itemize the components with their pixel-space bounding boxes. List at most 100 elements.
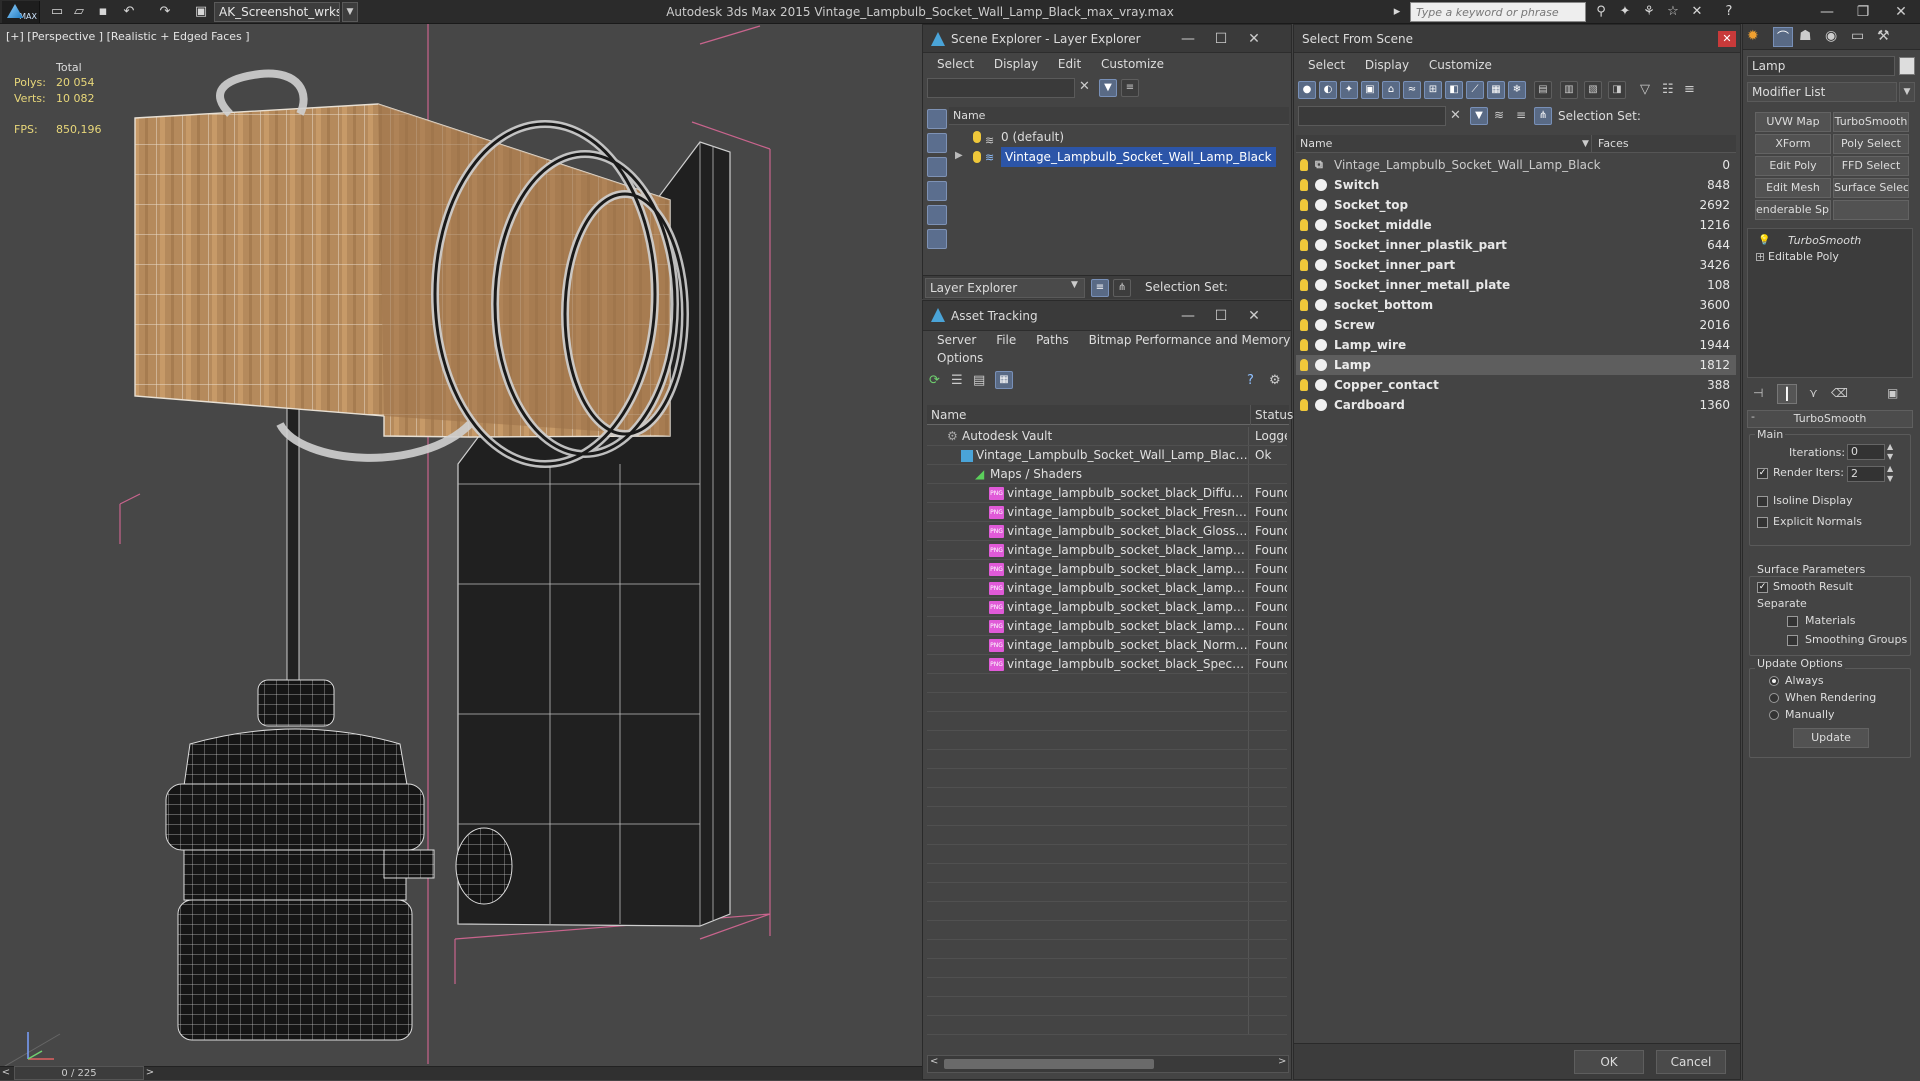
bulb-icon[interactable] bbox=[1300, 359, 1308, 371]
manually-radio[interactable] bbox=[1769, 710, 1779, 720]
scene-object-row[interactable]: ⧉ Vintage_Lampbulb_Socket_Wall_Lamp_Black… bbox=[1296, 155, 1736, 175]
settings-icon[interactable]: ⚙ bbox=[1269, 373, 1281, 388]
column-header-name[interactable]: Name bbox=[931, 405, 1251, 425]
always-radio[interactable] bbox=[1769, 676, 1779, 686]
viewport-label[interactable]: [+] [Perspective ] [Realistic + Edged Fa… bbox=[6, 30, 250, 43]
star-icon[interactable]: ☆ bbox=[1664, 3, 1682, 21]
display-geometry-icon[interactable] bbox=[927, 133, 947, 153]
asset-row[interactable]: PNG vintage_lampbulb_socket_black_lamp_No… bbox=[927, 598, 1287, 617]
layers-icon[interactable]: ≡ bbox=[1091, 279, 1109, 297]
layer-stack-icon[interactable]: ≋ bbox=[1494, 108, 1504, 122]
display-shapes-icon[interactable]: ◐ bbox=[1319, 81, 1337, 99]
search-arrow-icon[interactable]: ▸ bbox=[1390, 3, 1404, 21]
bulb-icon[interactable] bbox=[973, 131, 981, 143]
refresh-icon[interactable]: ⟳ bbox=[929, 373, 940, 388]
lightbulb-icon[interactable]: 💡 bbox=[1758, 235, 1770, 246]
motion-tab-icon[interactable]: ◉ bbox=[1825, 28, 1837, 44]
search-input[interactable]: Type a keyword or phrase bbox=[1410, 2, 1586, 22]
asset-row[interactable]: ◢ Maps / Shaders bbox=[927, 465, 1287, 484]
render-iters-spinner[interactable]: 2 bbox=[1847, 466, 1885, 482]
asset-row[interactable]: PNG vintage_lampbulb_socket_black_lamp_Fr… bbox=[927, 560, 1287, 579]
expand-arrow-icon[interactable]: ▶ bbox=[955, 150, 963, 161]
display-helpers-icon[interactable] bbox=[927, 205, 947, 225]
next-frame-icon[interactable]: > bbox=[144, 1066, 156, 1080]
time-slider[interactable]: 0 / 225 bbox=[14, 1066, 144, 1080]
bulb-icon[interactable] bbox=[973, 151, 981, 163]
edit-poly-button[interactable]: Edit Poly bbox=[1755, 156, 1831, 176]
display-bones-icon[interactable]: ⟋ bbox=[1466, 81, 1484, 99]
collapse-icon[interactable]: ≡ bbox=[1684, 82, 1695, 97]
cancel-button[interactable]: Cancel bbox=[1656, 1050, 1726, 1074]
binoculars-icon[interactable]: ⚲ bbox=[1592, 3, 1610, 21]
display-xrefs-icon[interactable]: ◧ bbox=[1445, 81, 1463, 99]
turbosmooth-button[interactable]: TurboSmooth bbox=[1833, 112, 1909, 132]
menu-file[interactable]: File bbox=[996, 333, 1016, 347]
bulb-icon[interactable] bbox=[1300, 179, 1308, 191]
column-header-status[interactable]: Status bbox=[1255, 405, 1293, 425]
hierarchy-toggle-icon[interactable]: ⋔ bbox=[1534, 107, 1552, 125]
app-logo[interactable]: MAX bbox=[2, 1, 40, 23]
make-unique-icon[interactable]: ⋎ bbox=[1809, 386, 1818, 400]
scroll-right-icon[interactable]: > bbox=[1278, 1056, 1286, 1067]
hierarchy-tab-icon[interactable]: ☗ bbox=[1799, 28, 1812, 44]
layer-row-default[interactable]: ≋ 0 (default) bbox=[949, 127, 1289, 147]
ok-button[interactable]: OK bbox=[1574, 1050, 1644, 1074]
display-spacewarps-icon[interactable] bbox=[927, 229, 947, 249]
bulb-icon[interactable] bbox=[1300, 239, 1308, 251]
open-folder-icon[interactable]: ▱ bbox=[70, 3, 88, 21]
stack-item-editable-poly[interactable]: Editable Poly bbox=[1752, 249, 1910, 265]
display-tab-icon[interactable]: ▭ bbox=[1851, 28, 1864, 44]
minimize-icon[interactable]: — bbox=[1173, 25, 1203, 53]
bulb-icon[interactable] bbox=[1300, 299, 1308, 311]
project-folder-icon[interactable]: ▣ bbox=[192, 3, 210, 21]
menu-options[interactable]: Options bbox=[937, 351, 983, 365]
bulb-icon[interactable] bbox=[1300, 279, 1308, 291]
redo-icon[interactable]: ↷ bbox=[156, 3, 174, 21]
scene-object-row[interactable]: socket_bottom 3600 bbox=[1296, 295, 1736, 315]
menu-server[interactable]: Server bbox=[937, 333, 976, 347]
renderable-spline-button[interactable]: enderable Splin bbox=[1755, 200, 1831, 220]
save-icon[interactable]: ▪ bbox=[94, 3, 112, 21]
xform-button[interactable]: XForm bbox=[1755, 134, 1831, 154]
bulb-icon[interactable] bbox=[1300, 199, 1308, 211]
asset-row[interactable]: PNG vintage_lampbulb_socket_black_Specula… bbox=[927, 655, 1287, 674]
hierarchy-icon[interactable]: ⋔ bbox=[1113, 279, 1131, 297]
chevron-down-icon[interactable]: ▼ bbox=[1899, 82, 1915, 102]
modifier-list-dropdown[interactable]: Modifier List bbox=[1747, 82, 1897, 102]
menu-customize[interactable]: Customize bbox=[1101, 57, 1164, 71]
asset-row[interactable]: Vintage_Lampbulb_Socket_Wall_Lamp_Black_… bbox=[927, 446, 1287, 465]
minimize-icon[interactable]: — bbox=[1810, 0, 1844, 24]
close-icon[interactable]: ✕ bbox=[1239, 301, 1269, 329]
prev-frame-icon[interactable]: < bbox=[0, 1066, 12, 1080]
filter-icon[interactable]: ▽ bbox=[1640, 82, 1650, 97]
bulb-icon[interactable] bbox=[1300, 339, 1308, 351]
clear-icon[interactable]: ✕ bbox=[1450, 108, 1461, 123]
restore-icon[interactable]: ❐ bbox=[1846, 0, 1880, 24]
poly-select-button[interactable]: Poly Select bbox=[1833, 134, 1909, 154]
display-cameras-icon[interactable]: ▣ bbox=[1361, 81, 1379, 99]
remove-modifier-icon[interactable]: ⌫ bbox=[1831, 386, 1848, 400]
menu-display[interactable]: Display bbox=[1365, 58, 1409, 72]
display-lights-icon[interactable] bbox=[927, 157, 947, 177]
asset-row[interactable]: PNG vintage_lampbulb_socket_black_Fresnel… bbox=[927, 503, 1287, 522]
empty-modifier-button[interactable] bbox=[1833, 200, 1909, 220]
stack-item-turbosmooth[interactable]: TurboSmooth bbox=[1752, 233, 1910, 249]
layers-icon[interactable]: ≡ bbox=[1516, 108, 1526, 122]
asset-row[interactable]: PNG vintage_lampbulb_socket_black_Diffuse… bbox=[927, 484, 1287, 503]
chevron-down-icon[interactable]: ▼ bbox=[1071, 280, 1078, 290]
scene-explorer-titlebar[interactable]: Scene Explorer - Layer Explorer — ☐ ✕ bbox=[923, 25, 1291, 53]
help-icon[interactable]: ? bbox=[1247, 373, 1254, 388]
help-icon[interactable]: ? bbox=[1720, 3, 1738, 21]
scene-object-row[interactable]: Socket_top 2692 bbox=[1296, 195, 1736, 215]
menu-bitmap-performance[interactable]: Bitmap Performance and Memory bbox=[1089, 333, 1291, 347]
object-name-field[interactable]: Lamp bbox=[1747, 56, 1895, 76]
collapse-minus-icon[interactable]: - bbox=[1751, 410, 1755, 423]
table-view-icon[interactable]: ▦ bbox=[995, 371, 1013, 389]
when-rendering-radio[interactable] bbox=[1769, 693, 1779, 703]
list-view-icon[interactable]: ☰ bbox=[951, 373, 963, 388]
display-spacewarps-icon[interactable]: ≈ bbox=[1403, 81, 1421, 99]
display-groups-icon[interactable]: ⊞ bbox=[1424, 81, 1442, 99]
object-color-swatch[interactable] bbox=[1899, 57, 1915, 75]
scrollbar-thumb[interactable] bbox=[944, 1059, 1154, 1069]
scene-object-row[interactable]: Socket_inner_plastik_part 644 bbox=[1296, 235, 1736, 255]
